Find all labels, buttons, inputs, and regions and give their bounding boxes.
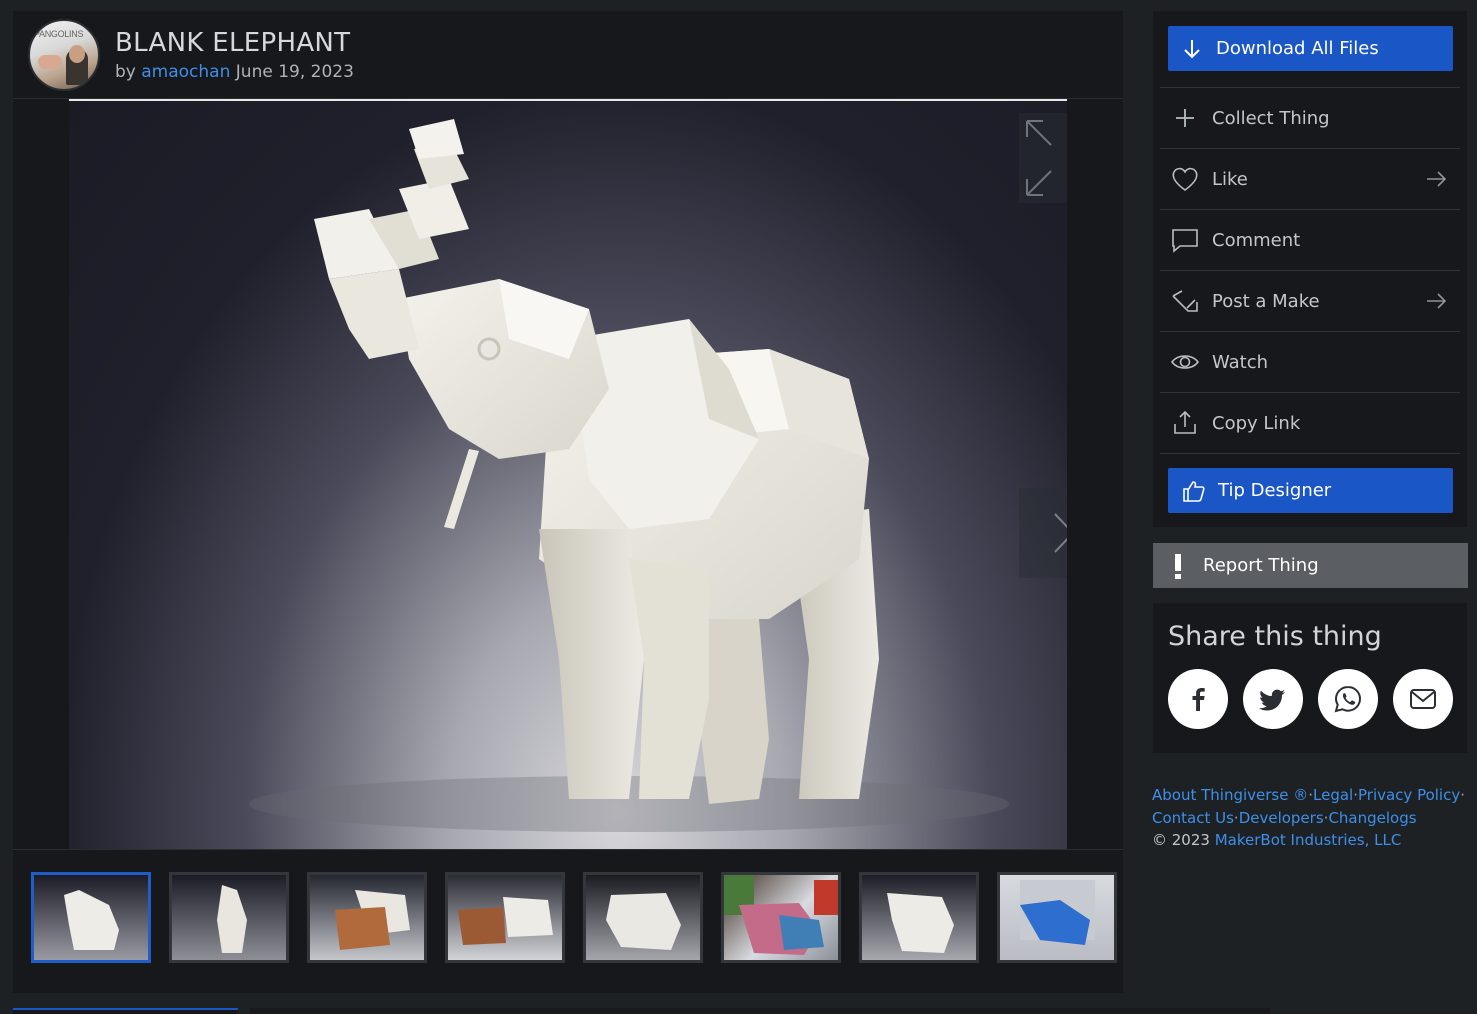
chevron-right-icon [1054,513,1067,553]
author-avatar[interactable]: PANGOLINS [28,19,100,91]
thumbnail-3[interactable] [307,872,427,963]
thumbnail-image [724,875,838,955]
collect-thing-button[interactable]: Collect Thing [1160,87,1460,148]
thumbnail-6[interactable] [721,872,841,963]
share-title: Share this thing [1168,621,1382,652]
image-viewer[interactable] [69,99,1067,849]
share-email-button[interactable] [1393,669,1453,729]
email-icon [1410,689,1436,709]
avatar-text: PANGOLINS [34,29,84,39]
share-whatsapp-button[interactable] [1318,669,1378,729]
tip-label: Tip Designer [1218,480,1332,501]
thumbnail-image [887,893,954,953]
download-all-files-button[interactable]: Download All Files [1168,26,1453,71]
plus-icon [1176,109,1194,127]
site-footer: About Thingiverse ®·Legal·Privacy Policy… [1152,784,1472,852]
post-make-icon [1172,290,1198,312]
thumbnail-image [335,890,410,950]
makerbot-link[interactable]: MakerBot Industries, LLC [1215,831,1402,849]
like-label: Like [1212,168,1248,190]
viewer-progress-line [69,99,1067,101]
heart-icon [1172,167,1198,191]
share-twitter-button[interactable] [1243,669,1303,729]
watch-button[interactable]: Watch [1160,331,1460,392]
action-list-divider [1160,453,1460,454]
thumbnail-5[interactable] [583,872,703,963]
tab-bar-edge [250,1008,1270,1014]
thing-actions-list: Collect Thing Like Comment Post a Make W… [1160,87,1460,454]
action-panel: Download All Files Collect Thing Like Co… [1153,11,1467,527]
main-image-elephant [249,119,1009,832]
collect-label: Collect Thing [1212,107,1330,129]
thing-byline: by amaochan June 19, 2023 [115,62,354,82]
report-thing-button[interactable]: Report Thing [1153,543,1468,588]
arrow-down-icon [1184,39,1200,58]
about-link[interactable]: About Thingiverse ® [1152,786,1308,804]
thumbnail-image [606,893,681,950]
developers-link[interactable]: Developers [1239,809,1324,827]
active-tab-indicator [13,1008,238,1014]
arrow-right-icon [1427,293,1447,309]
twitter-icon [1259,689,1285,711]
thumbnail-2[interactable] [169,872,289,963]
whatsapp-icon [1334,685,1362,713]
arrow-right-icon [1427,171,1447,187]
post-make-label: Post a Make [1212,290,1320,312]
copy-link-button[interactable]: Copy Link [1160,392,1460,453]
legal-link[interactable]: Legal [1313,786,1353,804]
copyright-prefix: © 2023 [1152,831,1210,849]
download-label: Download All Files [1216,38,1379,59]
share-upload-icon [1174,410,1196,434]
byline-prefix: by [115,62,136,82]
thing-title: BLANK ELEPHANT [115,28,351,58]
thumbnail-image [217,885,247,953]
footer-separator: · [1460,786,1466,804]
contact-us-link[interactable]: Contact Us [1152,809,1234,827]
comment-icon [1172,229,1198,253]
thumbnail-7[interactable] [859,872,979,963]
eye-icon [1170,355,1200,369]
thumbnail-image [458,897,553,945]
exclamation-icon [1175,553,1181,579]
facebook-icon [1192,688,1205,711]
changelogs-link[interactable]: Changelogs [1328,809,1416,827]
comment-label: Comment [1212,229,1301,251]
comment-button[interactable]: Comment [1160,209,1460,270]
thumbnail-image [64,890,119,950]
expand-icon [1026,120,1052,196]
publish-date: June 19, 2023 [235,62,354,82]
thumbnail-4[interactable] [445,872,565,963]
like-button[interactable]: Like [1160,148,1460,209]
share-facebook-button[interactable] [1168,669,1228,729]
copy-link-label: Copy Link [1212,412,1301,434]
fullscreen-button[interactable] [1019,113,1067,203]
thumbnail-1[interactable] [31,872,151,963]
thing-header: PANGOLINS BLANK ELEPHANT by amaochan Jun… [13,11,1123,99]
thing-main-panel: PANGOLINS BLANK ELEPHANT by amaochan Jun… [13,11,1123,993]
post-a-make-button[interactable]: Post a Make [1160,270,1460,331]
thumbnail-8[interactable] [997,872,1117,963]
thumbnail-image [1020,880,1095,945]
footer-links-row-2: Contact Us·Developers·Changelogs [1152,807,1472,830]
footer-links-row-1: About Thingiverse ®·Legal·Privacy Policy… [1152,784,1472,807]
tip-designer-button[interactable]: Tip Designer [1168,468,1453,513]
report-label: Report Thing [1203,555,1319,576]
thumbnail-strip [31,872,1121,964]
thumbs-up-icon [1183,480,1205,502]
author-link[interactable]: amaochan [141,62,230,82]
next-image-button[interactable] [1019,488,1067,578]
watch-label: Watch [1212,351,1269,373]
footer-copyright: © 2023 MakerBot Industries, LLC [1152,829,1472,852]
share-panel: Share this thing [1153,603,1467,753]
privacy-policy-link[interactable]: Privacy Policy [1358,786,1460,804]
viewer-divider [13,849,1123,850]
